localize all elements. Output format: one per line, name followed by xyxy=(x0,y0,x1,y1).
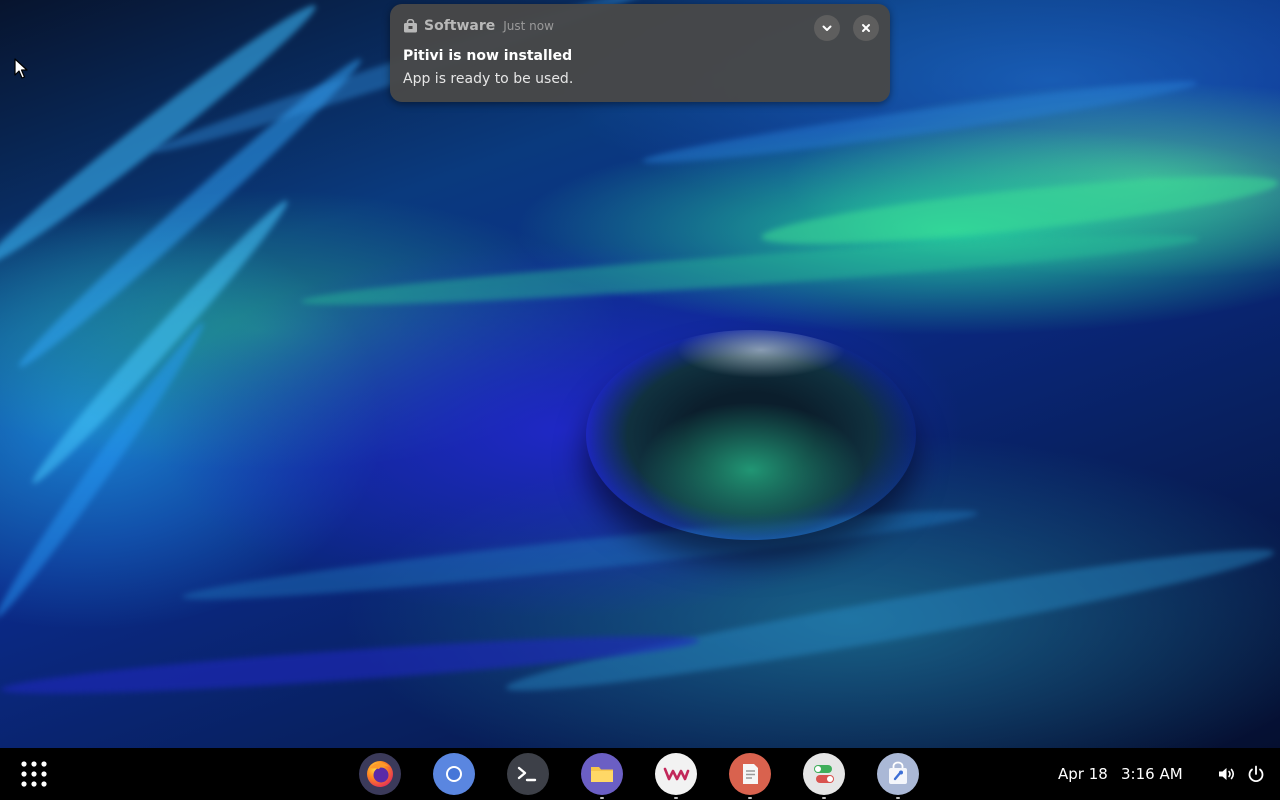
notification-banner[interactable]: Software Just now Pitivi is now installe… xyxy=(390,4,890,102)
mouse-pointer-icon xyxy=(14,58,28,79)
dock-firefox[interactable] xyxy=(359,753,401,795)
terminal-icon xyxy=(517,766,537,782)
chevron-down-icon xyxy=(822,25,832,31)
firefox-icon xyxy=(367,761,393,787)
notification-timestamp: Just now xyxy=(503,19,554,33)
running-indicator xyxy=(600,797,604,799)
toggle-settings-icon xyxy=(814,765,834,783)
software-store-icon xyxy=(889,761,907,784)
notification-title: Pitivi is now installed xyxy=(403,48,573,64)
running-indicator xyxy=(822,797,826,799)
water-droplet xyxy=(586,330,916,540)
software-bag-icon xyxy=(404,19,417,33)
dock-files[interactable] xyxy=(581,753,623,799)
desktop-wallpaper xyxy=(0,0,1280,748)
running-indicator xyxy=(748,797,752,799)
dock-vm[interactable] xyxy=(655,753,697,799)
notification-body: App is ready to be used. xyxy=(403,71,574,87)
notification-app-name: Software xyxy=(424,18,496,34)
dock-terminal[interactable] xyxy=(507,753,549,795)
clock-date[interactable]: Apr 18 xyxy=(1058,765,1108,783)
running-indicator xyxy=(896,797,900,799)
chromium-icon xyxy=(441,761,467,787)
dock-text-editor[interactable] xyxy=(729,753,771,799)
power-icon[interactable] xyxy=(1246,764,1266,784)
running-indicator xyxy=(674,797,678,799)
notification-header: Software Just now xyxy=(403,18,554,34)
dock-software[interactable] xyxy=(877,753,919,799)
volume-icon[interactable] xyxy=(1217,764,1237,784)
notification-expand-button[interactable] xyxy=(814,15,840,41)
dock-settings[interactable] xyxy=(803,753,845,799)
apps-grid-icon[interactable] xyxy=(18,758,50,790)
close-icon xyxy=(862,24,870,32)
files-icon xyxy=(591,767,613,782)
notification-close-button[interactable] xyxy=(853,15,879,41)
clock-time[interactable]: 3:16 AM xyxy=(1121,765,1183,783)
text-editor-icon xyxy=(743,764,758,784)
dock-chromium[interactable] xyxy=(433,753,475,795)
taskbar: Apr 18 3:16 AM xyxy=(0,748,1280,800)
vm-icon xyxy=(663,767,690,781)
